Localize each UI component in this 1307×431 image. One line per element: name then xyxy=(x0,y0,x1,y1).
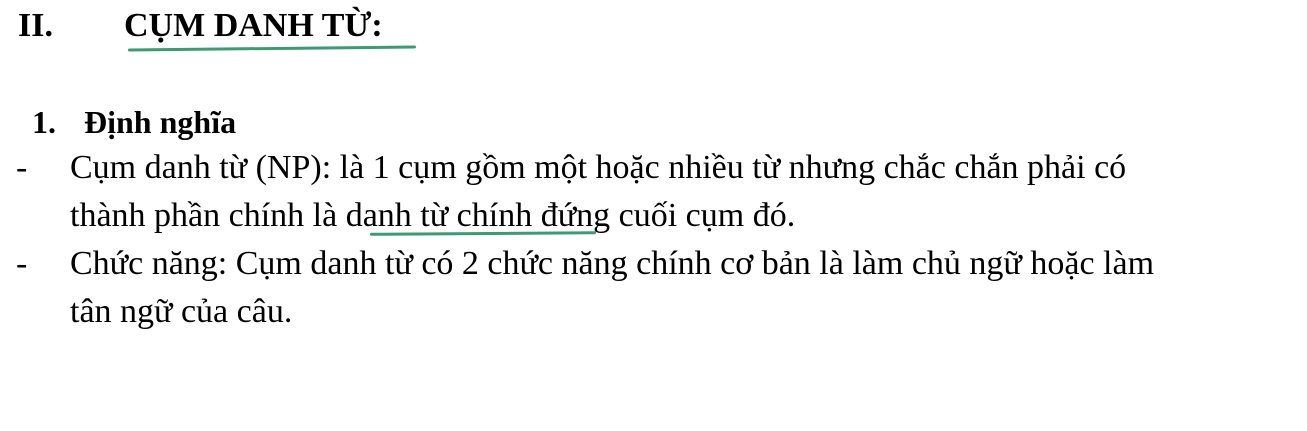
bullet-dash-1: - xyxy=(16,149,28,186)
bullet-1-text-after: đứng cuối cụm đó. xyxy=(532,197,796,234)
bullet-1-text-before: thành phần chính là xyxy=(70,197,346,234)
bullet-2-line-2: tân ngữ của câu. xyxy=(70,293,293,330)
bullet-1-line-1: Cụm danh từ (NP): là 1 cụm gồm một hoặc … xyxy=(70,149,1127,186)
section-numeral: II. xyxy=(18,7,53,44)
subsection-number: 1. xyxy=(32,104,56,140)
bullet-dash-2: - xyxy=(16,245,28,282)
section-title: CỤM DANH TỪ: xyxy=(124,7,383,44)
subsection-title: Định nghĩa xyxy=(84,104,237,140)
subsection-heading: 1. Định nghĩa xyxy=(32,100,236,144)
section-heading: II. CỤM DANH TỪ: xyxy=(18,4,383,48)
document-page: II. CỤM DANH TỪ: 1. Định nghĩa - Cụm danh … xyxy=(0,0,1307,431)
bullet-1-key-term: danh từ chính xyxy=(345,197,533,234)
bullet-2-line-1: Chức năng: Cụm danh từ có 2 chức năng ch… xyxy=(70,245,1155,282)
